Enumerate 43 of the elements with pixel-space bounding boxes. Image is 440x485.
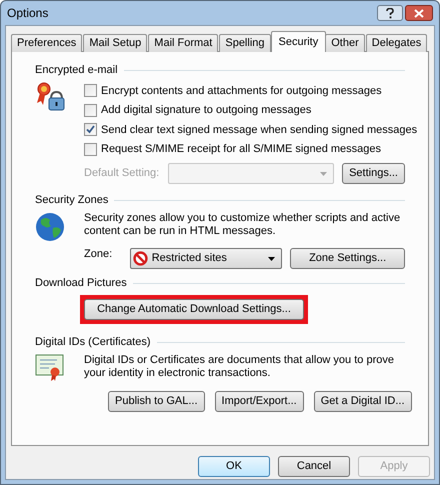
field-label: Default Setting: [84,166,160,182]
help-icon [386,8,394,18]
dropdown-arrow-icon [268,256,276,260]
change-download-settings-button[interactable]: Change Automatic Download Settings... [84,299,304,320]
zone-dropdown[interactable]: Restricted sites [130,248,282,269]
certificate-button[interactable]: Get a Digital ID... [314,391,412,412]
section-heading: Download Pictures [35,276,127,292]
close-button[interactable] [405,5,433,21]
checkbox[interactable] [84,142,97,156]
checkbox[interactable] [84,123,97,136]
tab[interactable]: Preferences [11,34,82,52]
tab[interactable]: Spelling [219,34,270,52]
settings-button[interactable]: Settings... [342,163,405,184]
certificate-icon [35,354,65,382]
globe-icon [35,212,65,242]
dropdown-arrow-icon [320,172,328,176]
tab[interactable]: Security [270,31,326,52]
section-heading: Security Zones [35,193,108,208]
checkbox-label: Add digital signature to outgoing messages [101,103,312,118]
description-text: Digital IDs or Certificates are documents that allow you to prove your identity in electronic transactions. [84,354,395,381]
checkbox-label: Send clear text signed message when sending signed messages [101,122,418,138]
zone-settings-button[interactable]: Zone Settings... [290,248,405,269]
lock-ribbon-icon [35,81,67,113]
certificate-button[interactable]: Publish to GAL... [108,391,205,412]
section-heading: Digital IDs (Certificates) [35,335,151,350]
checkbox[interactable] [84,84,97,98]
certificate-button[interactable]: Import/Export... [214,391,304,412]
tab[interactable]: Mail Format [148,34,218,52]
close-icon [414,8,424,18]
help-button[interactable] [377,5,403,21]
checkbox[interactable] [84,104,97,117]
description-text: Security zones allow you to customize whether scripts and active content can be run in HTML messages. [84,212,402,239]
window-title: Options [7,5,50,22]
tab[interactable]: Delegates [366,34,428,52]
checkbox-label: Encrypt contents and attachments for outgoing messages [101,84,382,98]
dialog-button[interactable]: Cancel [278,456,350,477]
checkbox-label: Request S/MIME receipt for all S/MIME signed messages [101,142,381,157]
prohibited-icon [132,251,148,266]
section-heading: Encrypted e-mail [35,63,118,78]
tab[interactable]: Mail Setup [83,34,148,52]
tab[interactable]: Other [325,34,365,52]
dialog-button[interactable]: OK [198,456,270,477]
field-label: Zone: [84,247,114,262]
